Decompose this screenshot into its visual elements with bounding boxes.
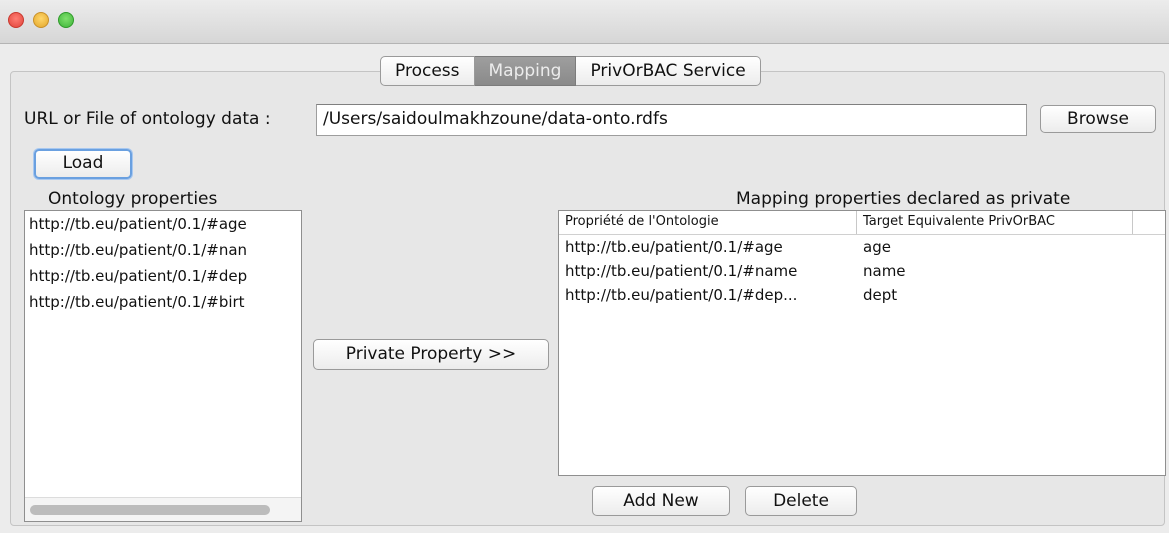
table-row[interactable]: http://tb.eu/patient/0.1/#age age	[559, 235, 1165, 259]
private-property-button[interactable]: Private Property >>	[313, 339, 549, 370]
table-cell: http://tb.eu/patient/0.1/#dep...	[565, 286, 798, 304]
minimize-window-icon[interactable]	[33, 12, 49, 28]
list-item[interactable]: http://tb.eu/patient/0.1/#dep	[25, 263, 301, 289]
maximize-window-icon[interactable]	[58, 12, 74, 28]
column-header-target-privorbac[interactable]: Target Equivalente PrivOrBAC	[857, 211, 1133, 234]
column-header-ontology-property[interactable]: Propriété de l'Ontologie	[559, 211, 857, 234]
browse-button[interactable]: Browse	[1040, 105, 1156, 133]
list-item[interactable]: http://tb.eu/patient/0.1/#age	[25, 211, 301, 237]
tab-bar: Process Mapping PrivOrBAC Service	[380, 56, 761, 86]
list-item[interactable]: http://tb.eu/patient/0.1/#birt	[25, 289, 301, 315]
ontology-properties-title: Ontology properties	[48, 189, 218, 209]
close-window-icon[interactable]	[8, 12, 24, 28]
horizontal-scrollbar[interactable]	[25, 497, 301, 521]
table-row[interactable]: http://tb.eu/patient/0.1/#name name	[559, 259, 1165, 283]
table-cell: age	[863, 238, 891, 256]
add-new-button[interactable]: Add New	[592, 486, 730, 516]
delete-button[interactable]: Delete	[745, 486, 857, 516]
tab-privorbac-service[interactable]: PrivOrBAC Service	[576, 56, 761, 86]
tab-mapping[interactable]: Mapping	[474, 56, 577, 86]
ontology-properties-list[interactable]: http://tb.eu/patient/0.1/#age http://tb.…	[24, 210, 302, 522]
mapping-properties-title: Mapping properties declared as private	[736, 189, 1071, 209]
load-button[interactable]: Load	[34, 149, 132, 179]
table-cell: dept	[863, 286, 898, 304]
table-cell: name	[863, 262, 906, 280]
mapping-table[interactable]: Propriété de l'Ontologie Target Equivale…	[558, 210, 1166, 476]
title-bar	[0, 0, 1169, 44]
ontology-source-label: URL or File of ontology data :	[24, 109, 271, 129]
tab-process[interactable]: Process	[380, 56, 475, 86]
table-header: Propriété de l'Ontologie Target Equivale…	[559, 211, 1165, 235]
ontology-source-input[interactable]: /Users/saidoulmakhzoune/data-onto.rdfs	[316, 104, 1027, 136]
list-item[interactable]: http://tb.eu/patient/0.1/#nan	[25, 237, 301, 263]
scrollbar-thumb[interactable]	[30, 505, 270, 515]
table-row[interactable]: http://tb.eu/patient/0.1/#dep... dept	[559, 283, 1165, 307]
table-cell: http://tb.eu/patient/0.1/#name	[565, 262, 798, 280]
table-cell: http://tb.eu/patient/0.1/#age	[565, 238, 783, 256]
